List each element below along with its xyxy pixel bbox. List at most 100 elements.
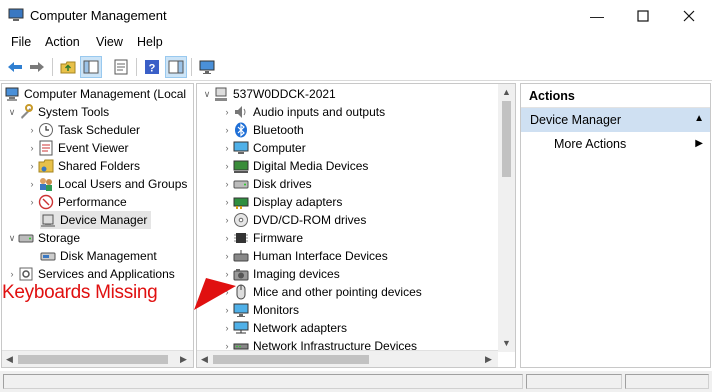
tree-item-label: Disk Management [60,249,157,263]
scroll-left-icon[interactable]: ◀ [201,354,208,365]
device-category-bluetooth[interactable]: › Bluetooth [221,121,304,139]
device-tree-root[interactable]: ∨ 537W0DDCK-2021 [201,85,336,103]
device-tree-horizontal-scrollbar[interactable]: ◀ ▶ [197,350,498,367]
device-category-label: Firmware [253,231,303,245]
scroll-right-icon[interactable]: ▶ [180,354,187,365]
computer-root-icon [213,86,229,102]
tree-item-label: Event Viewer [58,141,129,155]
forward-button[interactable] [26,56,48,78]
help-button[interactable]: ? [141,56,163,78]
chevron-right-icon[interactable]: › [26,179,38,189]
monitor-scan-icon [199,60,215,74]
tree-item-system-tools[interactable]: ∨ System Tools [6,103,109,121]
chevron-right-icon[interactable]: › [221,179,233,189]
device-category-firmware[interactable]: › Firmware [221,229,304,247]
audio-icon [233,104,249,120]
up-folder-button[interactable] [57,56,79,78]
chevron-right-icon[interactable]: › [26,161,38,171]
tree-item-task-scheduler[interactable]: › Task Scheduler [26,121,140,139]
performance-icon [38,194,54,210]
chevron-right-icon[interactable]: › [221,323,233,333]
device-category-human-interface[interactable]: › Human Interface Devices [221,247,388,265]
maximize-button[interactable] [620,0,666,31]
left-horizontal-scrollbar[interactable]: ◀ ▶ [2,350,193,367]
chevron-right-icon[interactable]: › [221,251,233,261]
chevron-right-icon[interactable]: › [221,215,233,225]
tree-item-label: Performance [58,195,127,209]
maximize-icon [637,9,649,22]
chevron-right-icon[interactable]: › [221,107,233,117]
computer-management-icon [4,86,20,102]
actions-section-label: Device Manager [530,113,622,127]
more-actions-item[interactable]: More Actions [554,137,626,151]
digital-media-icon [233,158,249,174]
device-category-display-adapters[interactable]: › Display adapters [221,193,342,211]
scroll-up-icon[interactable]: ▲ [502,87,511,97]
chevron-down-icon[interactable]: ∨ [201,89,213,100]
chevron-right-icon[interactable]: › [221,233,233,243]
tree-item-performance[interactable]: › Performance [26,193,127,211]
tree-item-disk-management[interactable]: Disk Management [40,247,157,265]
chevron-down-icon[interactable]: ∨ [6,107,18,118]
tree-item-shared-folders[interactable]: › Shared Folders [26,157,141,175]
annotation-arrow-icon [194,278,236,310]
device-category-computer[interactable]: › Computer [221,139,306,157]
firmware-icon [233,230,249,246]
tree-item-label: Shared Folders [58,159,141,173]
scan-hardware-button[interactable] [196,56,218,78]
shared-folders-icon [38,158,54,174]
chevron-right-icon[interactable]: › [221,125,233,135]
scroll-thumb[interactable] [502,101,511,177]
collapse-up-icon[interactable]: ▲ [694,113,704,124]
scroll-down-icon[interactable]: ▼ [502,338,511,348]
menu-view[interactable]: View [96,35,123,49]
tree-item-services-and-applications[interactable]: › Services and Applications [6,265,175,283]
menu-action[interactable]: Action [45,35,80,49]
device-category-label: Monitors [253,303,300,317]
properties-button[interactable] [110,56,132,78]
scroll-thumb[interactable] [18,355,168,364]
device-category-network-adapters[interactable]: › Network adapters [221,319,348,337]
close-button[interactable] [666,0,712,31]
back-button[interactable] [4,56,26,78]
chevron-down-icon[interactable]: ∨ [6,233,18,244]
chevron-right-icon[interactable]: › [221,197,233,207]
device-category-audio[interactable]: › Audio inputs and outputs [221,103,386,121]
actions-section-device-manager[interactable]: Device Manager ▲ [521,108,710,132]
scroll-thumb[interactable] [213,355,369,364]
device-category-digital-media[interactable]: › Digital Media Devices [221,157,368,175]
chevron-right-icon[interactable]: › [6,269,18,279]
status-segment-2 [526,374,622,389]
chevron-right-icon[interactable]: › [26,125,38,135]
minimize-icon: — [590,7,604,24]
console-tree-icon [83,60,99,74]
chevron-right-icon[interactable]: › [26,197,38,207]
device-category-imaging[interactable]: › Imaging devices [221,265,340,283]
tree-item-local-users-and-groups[interactable]: › Local Users and Groups [26,175,187,193]
tree-item-storage[interactable]: ∨ Storage [6,229,80,247]
scroll-left-icon[interactable]: ◀ [6,354,13,365]
menu-file[interactable]: File [11,35,31,49]
device-tree-pane: ∨ 537W0DDCK-2021 › Audio inputs and outp… [196,83,516,368]
minimize-button[interactable]: — [574,0,620,31]
tree-item-label: Local Users and Groups [58,177,188,191]
display-adapter-icon [233,194,249,210]
tree-item-computer-management[interactable]: Computer Management (Local [4,85,186,103]
show-hide-console-tree-button[interactable] [80,56,102,78]
tree-item-event-viewer[interactable]: › Event Viewer [26,139,128,157]
menu-help[interactable]: Help [137,35,163,49]
chevron-right-icon[interactable]: › [221,161,233,171]
disk-drive-icon [233,176,249,192]
device-tree-vertical-scrollbar[interactable]: ▲ ▼ [498,84,515,352]
scroll-right-icon[interactable]: ▶ [485,354,492,365]
chevron-right-icon[interactable]: › [26,143,38,153]
device-category-disk-drives[interactable]: › Disk drives [221,175,312,193]
device-category-dvd-cd-rom[interactable]: › DVD/CD-ROM drives [221,211,366,229]
show-hide-action-pane-button[interactable] [165,56,187,78]
device-category-mice[interactable]: › Mice and other pointing devices [221,283,422,301]
title-bar: Computer Management — [0,0,712,31]
dvd-icon [233,212,249,228]
tree-item-device-manager[interactable]: Device Manager [40,211,152,229]
help-icon: ? [145,60,159,75]
chevron-right-icon[interactable]: › [221,143,233,153]
